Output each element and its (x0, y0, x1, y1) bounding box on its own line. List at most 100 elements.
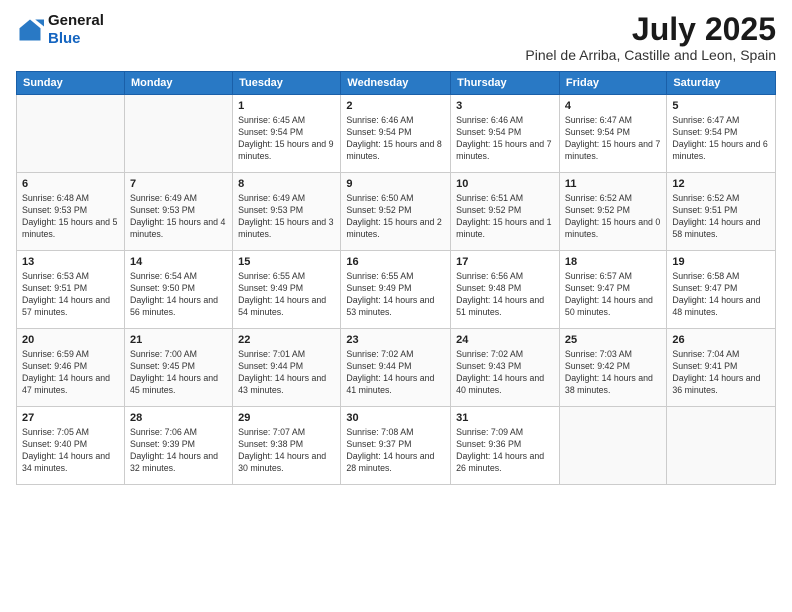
day-info: Sunrise: 7:05 AMSunset: 9:40 PMDaylight:… (22, 427, 119, 475)
day-number: 17 (456, 255, 554, 270)
day-info: Sunrise: 6:49 AMSunset: 9:53 PMDaylight:… (130, 193, 227, 241)
day-info: Sunrise: 6:45 AMSunset: 9:54 PMDaylight:… (238, 115, 335, 163)
col-saturday: Saturday (667, 72, 776, 95)
day-number: 6 (22, 177, 119, 192)
logo: General Blue (16, 12, 104, 48)
calendar-week-row: 13Sunrise: 6:53 AMSunset: 9:51 PMDayligh… (17, 251, 776, 329)
calendar-week-row: 20Sunrise: 6:59 AMSunset: 9:46 PMDayligh… (17, 329, 776, 407)
day-number: 24 (456, 333, 554, 348)
day-number: 26 (672, 333, 770, 348)
table-row: 9Sunrise: 6:50 AMSunset: 9:52 PMDaylight… (341, 173, 451, 251)
table-row: 25Sunrise: 7:03 AMSunset: 9:42 PMDayligh… (559, 329, 666, 407)
day-number: 27 (22, 411, 119, 426)
day-number: 16 (346, 255, 445, 270)
table-row: 23Sunrise: 7:02 AMSunset: 9:44 PMDayligh… (341, 329, 451, 407)
day-info: Sunrise: 7:08 AMSunset: 9:37 PMDaylight:… (346, 427, 445, 475)
day-number: 3 (456, 99, 554, 114)
day-info: Sunrise: 6:46 AMSunset: 9:54 PMDaylight:… (346, 115, 445, 163)
day-number: 5 (672, 99, 770, 114)
title-section: July 2025 Pinel de Arriba, Castille and … (525, 12, 776, 63)
table-row: 26Sunrise: 7:04 AMSunset: 9:41 PMDayligh… (667, 329, 776, 407)
day-number: 31 (456, 411, 554, 426)
calendar-week-row: 1Sunrise: 6:45 AMSunset: 9:54 PMDaylight… (17, 95, 776, 173)
day-info: Sunrise: 7:09 AMSunset: 9:36 PMDaylight:… (456, 427, 554, 475)
day-info: Sunrise: 7:02 AMSunset: 9:44 PMDaylight:… (346, 349, 445, 397)
day-number: 1 (238, 99, 335, 114)
calendar-week-row: 6Sunrise: 6:48 AMSunset: 9:53 PMDaylight… (17, 173, 776, 251)
table-row: 11Sunrise: 6:52 AMSunset: 9:52 PMDayligh… (559, 173, 666, 251)
day-info: Sunrise: 6:55 AMSunset: 9:49 PMDaylight:… (346, 271, 445, 319)
table-row: 29Sunrise: 7:07 AMSunset: 9:38 PMDayligh… (233, 407, 341, 485)
table-row: 20Sunrise: 6:59 AMSunset: 9:46 PMDayligh… (17, 329, 125, 407)
day-info: Sunrise: 6:47 AMSunset: 9:54 PMDaylight:… (565, 115, 661, 163)
logo-text-blue: Blue (48, 30, 104, 48)
col-friday: Friday (559, 72, 666, 95)
day-info: Sunrise: 7:03 AMSunset: 9:42 PMDaylight:… (565, 349, 661, 397)
table-row (124, 95, 232, 173)
day-number: 15 (238, 255, 335, 270)
day-info: Sunrise: 7:00 AMSunset: 9:45 PMDaylight:… (130, 349, 227, 397)
day-number: 21 (130, 333, 227, 348)
col-tuesday: Tuesday (233, 72, 341, 95)
table-row: 1Sunrise: 6:45 AMSunset: 9:54 PMDaylight… (233, 95, 341, 173)
day-info: Sunrise: 6:53 AMSunset: 9:51 PMDaylight:… (22, 271, 119, 319)
day-info: Sunrise: 6:59 AMSunset: 9:46 PMDaylight:… (22, 349, 119, 397)
day-number: 13 (22, 255, 119, 270)
table-row: 14Sunrise: 6:54 AMSunset: 9:50 PMDayligh… (124, 251, 232, 329)
table-row: 3Sunrise: 6:46 AMSunset: 9:54 PMDaylight… (451, 95, 560, 173)
day-info: Sunrise: 7:02 AMSunset: 9:43 PMDaylight:… (456, 349, 554, 397)
day-info: Sunrise: 6:50 AMSunset: 9:52 PMDaylight:… (346, 193, 445, 241)
header: General Blue July 2025 Pinel de Arriba, … (16, 12, 776, 63)
col-wednesday: Wednesday (341, 72, 451, 95)
table-row: 8Sunrise: 6:49 AMSunset: 9:53 PMDaylight… (233, 173, 341, 251)
table-row: 21Sunrise: 7:00 AMSunset: 9:45 PMDayligh… (124, 329, 232, 407)
calendar-header-row: Sunday Monday Tuesday Wednesday Thursday… (17, 72, 776, 95)
day-number: 23 (346, 333, 445, 348)
day-info: Sunrise: 6:57 AMSunset: 9:47 PMDaylight:… (565, 271, 661, 319)
table-row (17, 95, 125, 173)
day-number: 20 (22, 333, 119, 348)
page: General Blue July 2025 Pinel de Arriba, … (0, 0, 792, 612)
day-number: 4 (565, 99, 661, 114)
table-row: 30Sunrise: 7:08 AMSunset: 9:37 PMDayligh… (341, 407, 451, 485)
logo-icon (16, 16, 44, 44)
calendar-table: Sunday Monday Tuesday Wednesday Thursday… (16, 71, 776, 485)
day-info: Sunrise: 6:55 AMSunset: 9:49 PMDaylight:… (238, 271, 335, 319)
day-info: Sunrise: 7:06 AMSunset: 9:39 PMDaylight:… (130, 427, 227, 475)
day-number: 7 (130, 177, 227, 192)
day-number: 11 (565, 177, 661, 192)
table-row: 18Sunrise: 6:57 AMSunset: 9:47 PMDayligh… (559, 251, 666, 329)
table-row: 15Sunrise: 6:55 AMSunset: 9:49 PMDayligh… (233, 251, 341, 329)
day-info: Sunrise: 6:49 AMSunset: 9:53 PMDaylight:… (238, 193, 335, 241)
day-info: Sunrise: 7:01 AMSunset: 9:44 PMDaylight:… (238, 349, 335, 397)
col-sunday: Sunday (17, 72, 125, 95)
col-monday: Monday (124, 72, 232, 95)
day-info: Sunrise: 6:46 AMSunset: 9:54 PMDaylight:… (456, 115, 554, 163)
table-row: 6Sunrise: 6:48 AMSunset: 9:53 PMDaylight… (17, 173, 125, 251)
day-number: 2 (346, 99, 445, 114)
day-number: 28 (130, 411, 227, 426)
day-number: 14 (130, 255, 227, 270)
day-number: 25 (565, 333, 661, 348)
table-row: 16Sunrise: 6:55 AMSunset: 9:49 PMDayligh… (341, 251, 451, 329)
table-row: 12Sunrise: 6:52 AMSunset: 9:51 PMDayligh… (667, 173, 776, 251)
table-row: 27Sunrise: 7:05 AMSunset: 9:40 PMDayligh… (17, 407, 125, 485)
day-number: 12 (672, 177, 770, 192)
day-info: Sunrise: 7:07 AMSunset: 9:38 PMDaylight:… (238, 427, 335, 475)
table-row: 19Sunrise: 6:58 AMSunset: 9:47 PMDayligh… (667, 251, 776, 329)
table-row: 13Sunrise: 6:53 AMSunset: 9:51 PMDayligh… (17, 251, 125, 329)
table-row: 5Sunrise: 6:47 AMSunset: 9:54 PMDaylight… (667, 95, 776, 173)
day-number: 9 (346, 177, 445, 192)
location-title: Pinel de Arriba, Castille and Leon, Spai… (525, 47, 776, 63)
month-title: July 2025 (525, 12, 776, 47)
day-info: Sunrise: 7:04 AMSunset: 9:41 PMDaylight:… (672, 349, 770, 397)
calendar-week-row: 27Sunrise: 7:05 AMSunset: 9:40 PMDayligh… (17, 407, 776, 485)
day-info: Sunrise: 6:52 AMSunset: 9:52 PMDaylight:… (565, 193, 661, 241)
table-row: 2Sunrise: 6:46 AMSunset: 9:54 PMDaylight… (341, 95, 451, 173)
day-info: Sunrise: 6:58 AMSunset: 9:47 PMDaylight:… (672, 271, 770, 319)
day-info: Sunrise: 6:47 AMSunset: 9:54 PMDaylight:… (672, 115, 770, 163)
table-row: 7Sunrise: 6:49 AMSunset: 9:53 PMDaylight… (124, 173, 232, 251)
table-row: 24Sunrise: 7:02 AMSunset: 9:43 PMDayligh… (451, 329, 560, 407)
table-row: 17Sunrise: 6:56 AMSunset: 9:48 PMDayligh… (451, 251, 560, 329)
day-info: Sunrise: 6:52 AMSunset: 9:51 PMDaylight:… (672, 193, 770, 241)
